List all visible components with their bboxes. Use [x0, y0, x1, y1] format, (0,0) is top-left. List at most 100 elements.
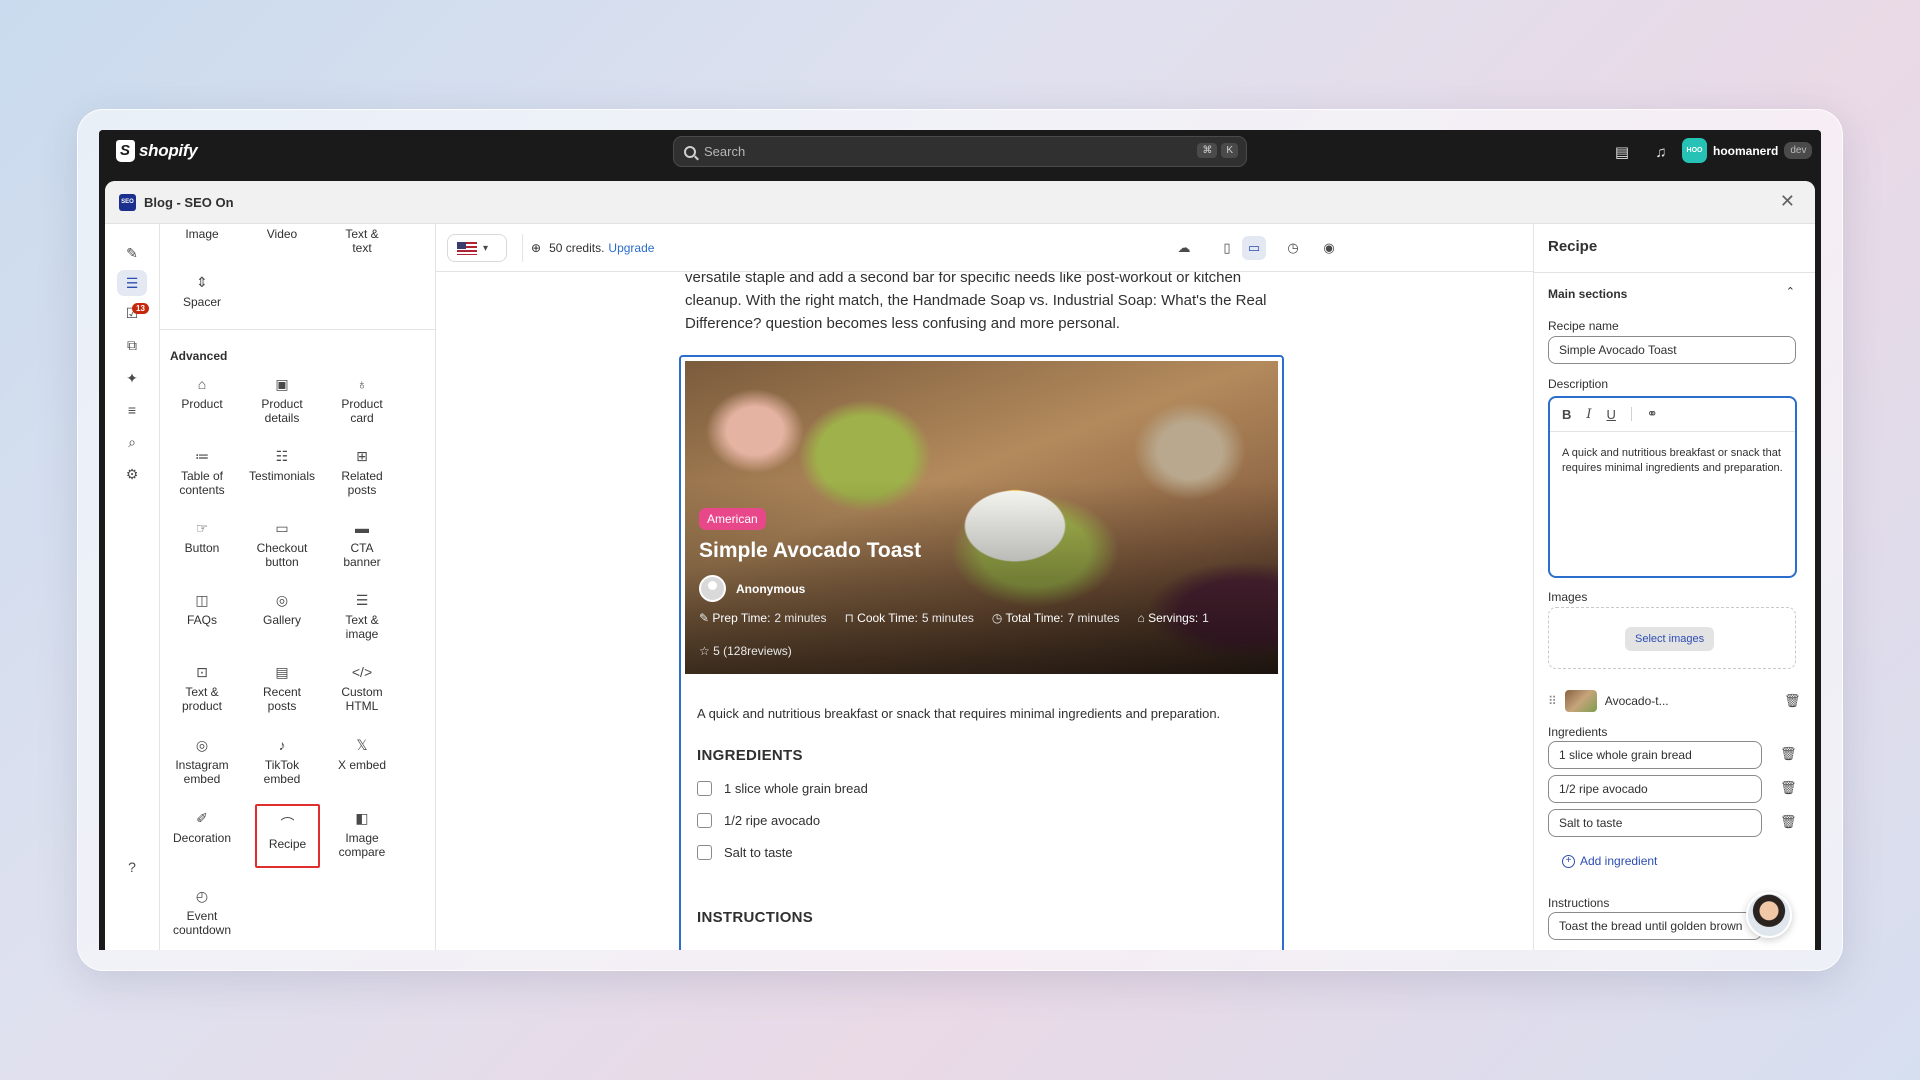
- servings-value: 1: [1202, 611, 1209, 625]
- description-editor[interactable]: B I U ⚭ A quick and nutritious breakfast…: [1548, 396, 1797, 578]
- palette-item-table-of-contents[interactable]: ≔ Table of contents: [162, 446, 242, 497]
- mobile-view-icon[interactable]: ▯: [1215, 236, 1239, 260]
- main-sections-header[interactable]: Main sections: [1548, 287, 1627, 301]
- palette-item-button[interactable]: ☞ Button: [162, 518, 242, 555]
- underline-icon[interactable]: U: [1607, 407, 1616, 422]
- button-icon: ☞: [195, 520, 209, 536]
- image-thumbnail: [1564, 690, 1597, 712]
- recipe-name-label: Recipe name: [1548, 319, 1619, 333]
- preview-eye-icon[interactable]: ◉: [1317, 236, 1341, 260]
- palette-item-faqs[interactable]: ◫ FAQs: [162, 590, 242, 627]
- ingredient-input[interactable]: Salt to taste: [1548, 809, 1762, 837]
- trash-icon[interactable]: 🗑: [1780, 814, 1797, 830]
- author-avatar: [699, 575, 726, 602]
- bold-icon[interactable]: B: [1562, 407, 1571, 422]
- settings-icon[interactable]: ⚙: [117, 461, 147, 487]
- recipe-rating: ☆ 5 (128reviews): [699, 644, 792, 658]
- seo-search-icon[interactable]: ⌕: [117, 429, 147, 455]
- palette-item-image[interactable]: Image: [162, 227, 242, 241]
- palette-item-text-text[interactable]: Text & text: [322, 227, 402, 255]
- palette-item-cta-banner[interactable]: ▬ CTA banner: [322, 518, 402, 569]
- code-icon: </>: [351, 664, 373, 680]
- instructions-heading: INSTRUCTIONS: [697, 909, 814, 926]
- app-icon: SEO: [119, 193, 136, 211]
- palette-item-custom-html[interactable]: </> Custom HTML: [322, 662, 402, 713]
- recipe-name-input[interactable]: Simple Avocado Toast: [1548, 336, 1796, 364]
- sparkle-icon[interactable]: ✦: [117, 365, 147, 391]
- instruction-input[interactable]: Toast the bread until golden brown: [1548, 912, 1762, 940]
- trash-icon[interactable]: 🗑: [1780, 780, 1797, 796]
- notification-badge: 13: [132, 303, 149, 314]
- checkout-button-icon: ▭: [275, 520, 289, 536]
- support-chat-avatar[interactable]: [1746, 892, 1792, 938]
- palette-item-text-image[interactable]: ☰ Text & image: [322, 590, 402, 641]
- ingredient-item: 1 slice whole grain bread: [697, 781, 868, 796]
- left-rail: ✎ ☰ ☑ 13 ⧉ ✦ ≡ ⌕ ⚙ ?: [105, 224, 160, 950]
- shopify-logo[interactable]: shopify: [116, 140, 198, 162]
- palette-item-video[interactable]: Video: [242, 227, 322, 241]
- italic-icon[interactable]: I: [1586, 407, 1591, 422]
- prep-time: ✎ Prep Time: 2 minutes: [699, 611, 826, 625]
- ingredient-input[interactable]: 1 slice whole grain bread: [1548, 741, 1762, 769]
- bell-icon[interactable]: ♫: [1650, 142, 1672, 164]
- palette-item-product-details[interactable]: ▣ Product details: [242, 374, 322, 425]
- editor-canvas[interactable]: versatile staple and add a second bar fo…: [436, 272, 1533, 950]
- palette-item-related-posts[interactable]: ⊞ Related posts: [322, 446, 402, 497]
- palette-item-decoration[interactable]: ✐ Decoration: [162, 808, 242, 845]
- help-icon[interactable]: ?: [117, 854, 147, 880]
- palette-item-product[interactable]: ⌂ Product: [162, 374, 242, 411]
- sidekick-icon[interactable]: ▤: [1611, 142, 1633, 164]
- palette-item-image-compare[interactable]: ◧ Image compare: [322, 808, 402, 859]
- ingredient-input[interactable]: 1/2 ripe avocado: [1548, 775, 1762, 803]
- related-posts-icon: ⊞: [356, 448, 368, 464]
- history-icon[interactable]: ◷: [1281, 236, 1305, 260]
- copy-icon[interactable]: ⧉: [117, 332, 147, 358]
- palette-item-recent-posts[interactable]: ▤ Recent posts: [242, 662, 322, 713]
- total-label: Total Time:: [1005, 611, 1064, 625]
- drag-handle-icon[interactable]: ⠿: [1548, 694, 1557, 708]
- blocks-icon[interactable]: ☰: [117, 270, 147, 296]
- palette-item-recipe[interactable]: ⌒ Recipe: [255, 804, 320, 868]
- palette-item-product-card[interactable]: ♁ Product card: [322, 374, 402, 425]
- trash-icon[interactable]: 🗑: [1784, 693, 1801, 709]
- rich-text-toolbar: B I U ⚭: [1562, 406, 1658, 422]
- language-select[interactable]: ▾: [447, 234, 507, 262]
- palette-item-tiktok-embed[interactable]: ♪ TikTok embed: [242, 735, 322, 786]
- user-menu[interactable]: HOO hoomanerd dev: [1682, 138, 1813, 163]
- upgrade-link[interactable]: Upgrade: [608, 241, 654, 255]
- prep-label: Prep Time:: [712, 611, 771, 625]
- palette-item-event-countdown[interactable]: ◴ Event countdown: [162, 886, 242, 937]
- recipe-block[interactable]: American Simple Avocado Toast Anonymous …: [679, 355, 1284, 950]
- chevron-up-icon[interactable]: ⌃: [1786, 285, 1795, 298]
- link-icon[interactable]: ⚭: [1647, 406, 1658, 422]
- palette-item-label: FAQs: [186, 613, 217, 627]
- trash-icon[interactable]: 🗑: [1780, 746, 1797, 762]
- recipe-meta: ✎ Prep Time: 2 minutes ⊓ Cook Time: 5 minu…: [699, 611, 1209, 625]
- image-dropzone[interactable]: Select images: [1548, 607, 1796, 669]
- global-search[interactable]: Search ⌘ K: [673, 136, 1247, 167]
- elements-palette: Image Video Text & text ⇕ Spacer Advanced…: [160, 224, 436, 950]
- ingredients-heading: INGREDIENTS: [697, 747, 803, 764]
- ingredient-checkbox[interactable]: [697, 813, 712, 828]
- palette-item-checkout-button[interactable]: ▭ Checkout button: [242, 518, 322, 569]
- palette-item-instagram-embed[interactable]: ◎ Instagram embed: [162, 735, 242, 786]
- product-details-icon: ▣: [275, 376, 289, 392]
- description-text[interactable]: A quick and nutritious breakfast or snac…: [1562, 446, 1786, 476]
- app-window: SEO Blog - SEO On ✕ ✎ ☰ ☑ 13 ⧉ ✦ ≡ ⌕ ⚙ ?…: [105, 181, 1815, 950]
- edit-icon[interactable]: ✎: [117, 240, 147, 266]
- palette-item-x-embed[interactable]: 𝕏 X embed: [322, 735, 402, 772]
- ingredient-checkbox[interactable]: [697, 845, 712, 860]
- ingredient-checkbox[interactable]: [697, 781, 712, 796]
- close-icon[interactable]: ✕: [1780, 191, 1795, 212]
- select-images-button[interactable]: Select images: [1625, 627, 1715, 651]
- palette-item-spacer[interactable]: ⇕ Spacer: [162, 272, 242, 309]
- list-icon[interactable]: ≡: [117, 397, 147, 423]
- add-ingredient-button[interactable]: + Add ingredient: [1562, 854, 1657, 868]
- palette-item-label: Recipe: [268, 837, 307, 851]
- palette-item-text-product[interactable]: ⊡ Text & product: [162, 662, 242, 713]
- cloud-save-icon[interactable]: ☁: [1172, 236, 1196, 260]
- palette-item-gallery[interactable]: ◎ Gallery: [242, 590, 322, 627]
- palette-item-testimonials[interactable]: ☷ Testimonials: [242, 446, 322, 483]
- desktop-view-icon[interactable]: ▭: [1242, 236, 1266, 260]
- cuisine-badge: American: [699, 508, 766, 530]
